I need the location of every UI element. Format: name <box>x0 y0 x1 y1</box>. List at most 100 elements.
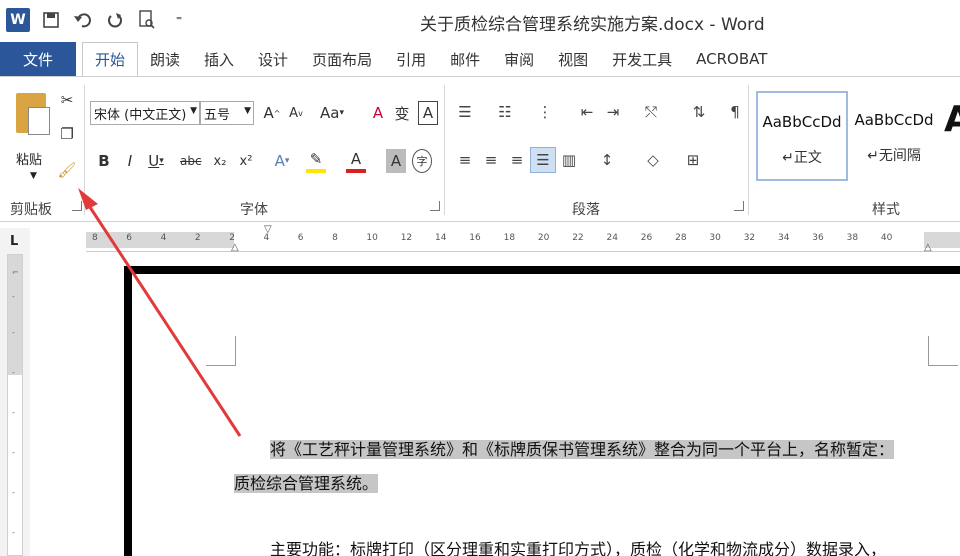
style-sample: AaBbCcDd <box>762 113 842 131</box>
vertical-ruler[interactable]: L ⌐ - - - - - - - <box>0 228 30 556</box>
selected-text[interactable]: 将《工艺秤计量管理系统》和《标牌质保书管理系统》整合为同一个平台上，名称暂定： <box>270 440 895 459</box>
tab-view[interactable]: 视图 <box>546 42 600 76</box>
style-no-spacing[interactable]: AaBbCcDd ↵无间隔 <box>848 91 940 181</box>
show-marks-icon[interactable]: ¶ <box>722 99 748 125</box>
chevron-down-icon[interactable]: ▼ <box>30 171 37 181</box>
paragraph-launcher-icon[interactable] <box>734 201 744 211</box>
ruler-tick-label: 16 <box>469 233 481 243</box>
justify-icon[interactable]: ☰ <box>530 147 556 173</box>
paragraph-line[interactable]: 将《工艺秤计量管理系统》和《标牌质保书管理系统》整合为同一个平台上，名称暂定： <box>270 436 895 460</box>
ruler-tick-label: 38 <box>846 233 859 243</box>
ruler-tick: - <box>12 292 15 301</box>
change-case-button[interactable]: Aa ▾ <box>320 101 344 125</box>
style-heading-preview[interactable]: A <box>944 99 960 140</box>
ruler-tick: - <box>12 328 15 337</box>
strikethrough-button[interactable]: abc <box>180 149 202 173</box>
clipboard-launcher-icon[interactable] <box>72 201 82 211</box>
borders-icon[interactable]: ⊞ <box>680 147 706 173</box>
shading-icon[interactable]: ◇ <box>640 147 666 173</box>
distributed-icon[interactable]: ▥ <box>556 147 582 173</box>
window-title: 关于质检综合管理系统实施方案.docx - Word <box>420 15 765 35</box>
highlight-color-button[interactable]: ✎ <box>306 149 326 173</box>
tab-selector[interactable]: L <box>10 234 18 249</box>
tab-home[interactable]: 开始 <box>82 42 139 76</box>
superscript-button[interactable]: x² <box>236 149 256 173</box>
tab-mailings[interactable]: 邮件 <box>438 42 492 76</box>
paragraph-line[interactable]: 主要功能：标牌打印（区分理重和实重打印方式），质检（化学和物流成分）数据录入， <box>270 536 886 556</box>
tab-page-layout[interactable]: 页面布局 <box>300 42 384 76</box>
bullets-icon[interactable]: ☰ <box>452 99 478 125</box>
clear-formatting-button[interactable]: A <box>368 101 388 125</box>
redo-icon[interactable] <box>104 9 126 31</box>
ruler-tick-label: 12 <box>400 233 413 243</box>
subscript-button[interactable]: x₂ <box>210 149 230 173</box>
text-effects-button[interactable]: A ▾ <box>272 149 292 173</box>
sort-icon[interactable]: ⇅ <box>686 99 712 125</box>
ruler-tick-label: 40 <box>880 233 893 243</box>
right-indent-marker[interactable]: △ <box>924 242 932 253</box>
ruler-tick-label: 10 <box>366 233 378 243</box>
grow-font-button[interactable]: A ^ <box>262 101 282 125</box>
style-normal[interactable]: AaBbCcDd ↵正文 <box>756 91 848 181</box>
ruler-tick-label: 34 <box>778 233 790 243</box>
style-name: ↵无间隔 <box>867 148 921 164</box>
character-shading-button[interactable]: A <box>386 149 406 173</box>
paste-button[interactable]: 粘贴 ▼ <box>10 87 56 187</box>
asian-layout-icon[interactable]: ⤲ <box>638 99 664 125</box>
ruler-tick-label: 30 <box>709 233 721 243</box>
tab-review[interactable]: 审阅 <box>492 42 546 76</box>
font-launcher-icon[interactable] <box>430 201 440 211</box>
ruler-tick: - <box>12 448 15 457</box>
align-center-icon[interactable]: ≡ <box>478 147 504 173</box>
document-canvas[interactable] <box>30 253 960 556</box>
divider <box>748 85 749 215</box>
tab-read-aloud[interactable]: 朗读 <box>138 42 192 76</box>
italic-button[interactable]: I <box>120 149 140 173</box>
align-left-icon[interactable]: ≡ <box>452 147 478 173</box>
character-border-button[interactable]: A <box>418 101 438 125</box>
undo-icon[interactable] <box>72 9 94 31</box>
numbering-icon[interactable]: ☷ <box>492 99 518 125</box>
font-size-select[interactable]: 五号 ▼ <box>200 101 254 125</box>
crop-mark <box>206 336 236 366</box>
copy-icon[interactable]: ❐ <box>56 123 78 145</box>
cut-icon[interactable]: ✂ <box>56 89 78 111</box>
tab-file[interactable]: 文件 <box>0 42 76 76</box>
customize-qat-icon[interactable]: ⁼ <box>168 9 190 31</box>
print-preview-icon[interactable] <box>136 9 158 31</box>
phonetic-guide-button[interactable]: 变 <box>392 101 412 125</box>
ribbon: 粘贴 ▼ ✂ ❐ 🖌 剪贴板 宋体 (中文正文) ▼ 五号 ▼ A ^ Av Aa ▾ … <box>0 76 960 222</box>
left-indent-marker[interactable]: △ <box>231 242 239 253</box>
enclose-characters-button[interactable]: 字 <box>412 149 432 173</box>
align-right-icon[interactable]: ≡ <box>504 147 530 173</box>
paragraph-line[interactable]: 质检综合管理系统。 <box>234 470 379 494</box>
page-border <box>124 266 960 274</box>
multilevel-list-icon[interactable]: ⋮ <box>532 99 558 125</box>
tab-acrobat[interactable]: ACROBAT <box>684 42 779 76</box>
selected-text[interactable]: 质检综合管理系统。 <box>234 474 379 493</box>
tab-developer[interactable]: 开发工具 <box>600 42 684 76</box>
horizontal-ruler[interactable]: 8 6 4 2 2 4 6 8 10 12 14 16 18 20 22 24 26 28 30 32 34 36 38 40… <box>86 224 960 253</box>
save-icon[interactable] <box>40 9 62 31</box>
shrink-font-button[interactable]: Av <box>286 101 306 125</box>
line-spacing-icon[interactable]: ↕ <box>594 147 620 173</box>
tab-references[interactable]: 引用 <box>384 42 438 76</box>
crop-mark <box>928 336 958 366</box>
highlighter-icon: ✎ <box>309 150 323 168</box>
format-painter-icon[interactable]: 🖌 <box>56 159 78 181</box>
chevron-down-icon: ▼ <box>244 106 251 116</box>
styles-group-label: 样式 <box>872 202 900 218</box>
tab-design[interactable]: 设计 <box>246 42 300 76</box>
font-color-button[interactable]: A <box>346 149 366 173</box>
ruler-tick: - <box>12 408 15 417</box>
increase-indent-icon[interactable]: ⇥ <box>600 99 626 125</box>
font-name-select[interactable]: 宋体 (中文正文) ▼ <box>90 101 200 125</box>
decrease-indent-icon[interactable]: ⇤ <box>574 99 600 125</box>
first-line-indent-marker[interactable]: ▽ <box>264 224 272 235</box>
underline-button[interactable]: U ▾ <box>146 149 166 173</box>
font-name-value: 宋体 (中文正文) <box>94 107 187 123</box>
tab-insert[interactable]: 插入 <box>192 42 246 76</box>
bold-button[interactable]: B <box>94 149 114 173</box>
style-sample: AaBbCcDd <box>854 111 934 129</box>
style-name: ↵正文 <box>782 150 822 166</box>
